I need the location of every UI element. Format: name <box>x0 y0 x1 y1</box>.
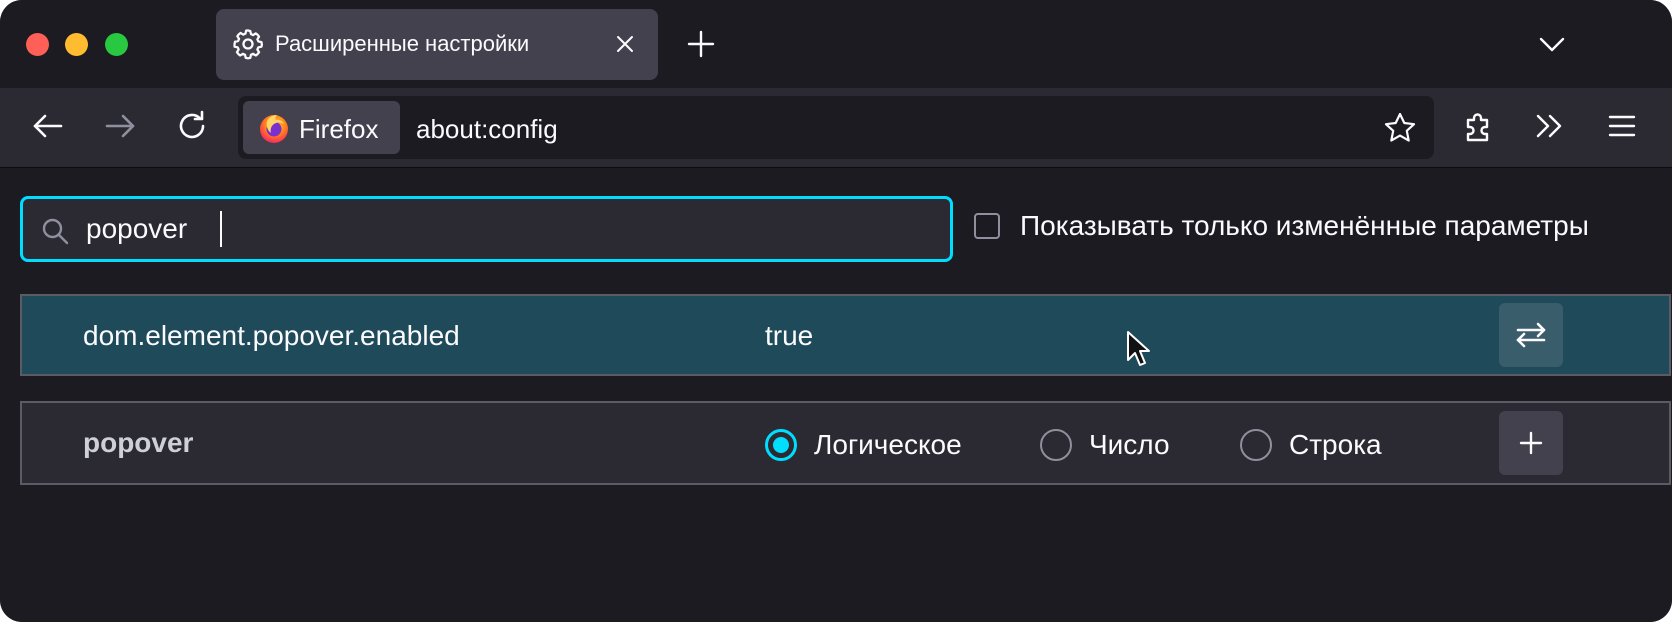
radio-label: Логическое <box>814 429 962 460</box>
tab-title: Расширенные настройки <box>275 31 530 56</box>
radio-label: Число <box>1089 429 1170 460</box>
identity-label: Firefox <box>299 114 379 144</box>
tab-advanced-settings[interactable]: Расширенные настройки <box>216 9 658 80</box>
chevron-down-icon[interactable] <box>1536 28 1568 60</box>
window-maximize-button[interactable] <box>105 33 128 56</box>
search-box[interactable] <box>20 196 953 262</box>
new-pref-row: popover Логическое Число Строка <box>20 401 1671 485</box>
modified-only-label: Показывать только изменённые параметры <box>1020 210 1589 241</box>
radio-label: Строка <box>1289 429 1382 460</box>
radio-button[interactable] <box>765 429 797 461</box>
search-input[interactable] <box>86 199 936 259</box>
search-icon <box>40 216 70 246</box>
modified-only-checkbox[interactable] <box>974 213 1000 239</box>
plus-icon <box>1519 431 1543 455</box>
overflow-chevrons-icon[interactable] <box>1530 106 1570 146</box>
radio-button[interactable] <box>1240 429 1272 461</box>
toggle-icon <box>1516 322 1546 348</box>
url-text[interactable]: about:config <box>416 114 558 145</box>
pref-row[interactable]: dom.element.popover.enabled true <box>20 294 1671 376</box>
firefox-logo-icon <box>258 112 290 144</box>
window-minimize-button[interactable] <box>65 33 88 56</box>
add-pref-button[interactable] <box>1499 411 1563 475</box>
url-bar[interactable]: Firefox about:config <box>238 96 1434 159</box>
type-radio-number[interactable]: Число <box>1040 425 1170 465</box>
mouse-pointer-icon <box>1126 330 1152 370</box>
config-page: Показывать только изменённые параметры d… <box>0 168 1672 622</box>
modified-only-filter[interactable]: Показывать только изменённые параметры <box>974 204 1589 248</box>
text-caret <box>220 211 222 247</box>
reload-icon[interactable] <box>172 106 212 146</box>
gear-icon <box>231 27 265 61</box>
back-arrow-icon[interactable] <box>28 106 68 146</box>
close-icon[interactable] <box>612 31 638 57</box>
nav-bar: Firefox about:config <box>0 88 1672 168</box>
identity-box[interactable]: Firefox <box>243 101 400 154</box>
new-pref-name: popover <box>83 427 194 458</box>
pref-name: dom.element.popover.enabled <box>83 320 460 351</box>
type-radio-boolean[interactable]: Логическое <box>765 425 962 465</box>
toggle-button[interactable] <box>1499 303 1563 367</box>
pref-value: true <box>765 320 814 351</box>
bookmark-star-icon[interactable] <box>1382 110 1418 146</box>
hamburger-menu-icon[interactable] <box>1602 106 1642 146</box>
browser-window: Расширенные настройки Firefox about:conf… <box>0 0 1672 622</box>
window-close-button[interactable] <box>26 33 49 56</box>
tab-strip: Расширенные настройки <box>0 0 1672 88</box>
forward-arrow-icon[interactable] <box>100 106 140 146</box>
type-radio-string[interactable]: Строка <box>1240 425 1382 465</box>
extensions-puzzle-icon[interactable] <box>1460 106 1500 146</box>
radio-button[interactable] <box>1040 429 1072 461</box>
new-tab-plus-icon[interactable] <box>684 27 718 61</box>
